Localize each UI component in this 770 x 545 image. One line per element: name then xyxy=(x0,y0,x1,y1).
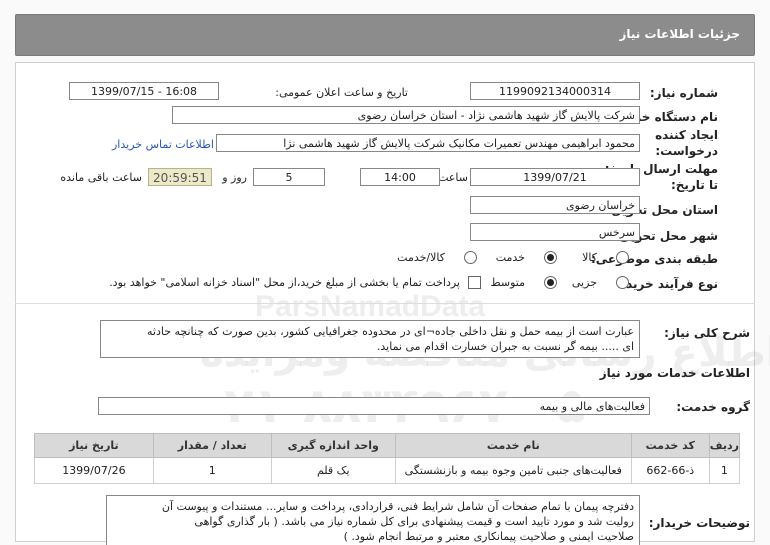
deadline-time-label: ساعت xyxy=(438,171,468,184)
need-number-field: 1199092134000314 xyxy=(470,82,640,100)
col-code: کد خدمت xyxy=(630,433,710,458)
summary-label: شرح کلی نیاز: xyxy=(664,326,750,340)
days-label: روز و xyxy=(222,171,247,184)
deadline-time-field: 14:00 xyxy=(360,168,440,186)
col-quantity: تعداد / مقدار xyxy=(152,433,272,458)
cell-date: 1399/07/26 xyxy=(34,457,154,484)
category-service-radio[interactable] xyxy=(544,251,557,264)
buyer-notes-line-1: دفترچه پیمان با تمام صفحات آن شامل شرایط… xyxy=(161,500,634,513)
col-date: تاریخ نیاز xyxy=(34,433,154,458)
buyer-notes-line-3: صلاحیت ایمنی و صلاحیت پیمانکاری معتبر و … xyxy=(343,530,634,543)
creator-label-1: ایجاد کننده xyxy=(655,128,718,142)
buyer-field: شرکت پالایش گاز شهید هاشمی نژاد - استان … xyxy=(172,106,640,124)
col-unit: واحد اندازه گیری xyxy=(270,433,396,458)
treasury-payment-checkbox[interactable] xyxy=(468,276,481,289)
buyer-contact-link[interactable]: اطلاعات تماس خریدار xyxy=(112,138,214,151)
process-minor-label: جزیی xyxy=(571,276,597,289)
creator-label-2: درخواست: xyxy=(655,144,718,158)
buyer-notes-label: توضیحات خریدار: xyxy=(648,516,750,530)
summary-line-1: عبارت است از بیمه حمل و نقل داخلی جاده¬ا… xyxy=(146,325,634,338)
page-frame: جزئیات اطلاعات نیاز ParsNamadData پایگاه… xyxy=(0,0,770,545)
services-section-title: اطلاعات خدمات مورد نیاز xyxy=(599,366,750,380)
category-goods-service-label: کالا/خدمت xyxy=(397,251,445,264)
process-medium-label: متوسط xyxy=(490,276,525,289)
cell-quantity: 1 xyxy=(152,457,272,484)
table-row: 1 ذ-66-662 فعالیت‌های جنبی تامین وجوه بی… xyxy=(34,457,741,484)
buyer-notes-text: دفترچه پیمان با تمام صفحات آن شامل شرایط… xyxy=(106,495,640,545)
page-title: جزئیات اطلاعات نیاز xyxy=(619,27,740,41)
process-minor-radio[interactable] xyxy=(616,276,629,289)
cell-unit: یک قلم xyxy=(270,457,396,484)
col-name: نام خدمت xyxy=(394,433,632,458)
process-medium-radio[interactable] xyxy=(544,276,557,289)
deadline-date-field: 1399/07/21 xyxy=(470,168,640,186)
need-number-label: شماره نیاز: xyxy=(649,86,718,100)
page-header: جزئیات اطلاعات نیاز xyxy=(15,14,755,56)
cell-name: فعالیت‌های جنبی تامین وجوه بیمه و بازنشس… xyxy=(394,457,632,484)
remaining-time-label: ساعت باقی مانده xyxy=(60,171,142,184)
deadline-label-2: تا تاریخ: xyxy=(670,178,718,192)
creator-field: محمود ابراهیمی مهندس تعمیرات مکانیک شرکت… xyxy=(216,134,640,152)
service-group-label: گروه خدمت: xyxy=(676,400,750,414)
buyer-notes-line-2: رولیت شد و مورد تایید است و قیمت پیشنهاد… xyxy=(194,515,634,528)
city-field: سرخس xyxy=(470,223,640,241)
treasury-payment-note: پرداخت تمام یا بخشی از مبلغ خرید،از محل … xyxy=(109,276,460,289)
category-goods-label: کالا xyxy=(582,251,597,264)
category-goods-radio[interactable] xyxy=(616,251,629,264)
province-field: خراسان رضوی xyxy=(470,196,640,214)
summary-line-2: ای ..... بیمه گر نسبت به جبران خسارت اقد… xyxy=(376,340,634,353)
announce-date-field: 1399/07/15 - 16:08 xyxy=(69,82,219,100)
cell-row: 1 xyxy=(708,457,741,484)
divider xyxy=(15,303,755,304)
table-header-row: ردیف کد خدمت نام خدمت واحد اندازه گیری ت… xyxy=(34,433,741,458)
announce-date-label: تاریخ و ساعت اعلان عمومی: xyxy=(275,86,408,99)
service-group-field: فعالیت‌های مالی و بیمه xyxy=(98,397,650,415)
summary-text: عبارت است از بیمه حمل و نقل داخلی جاده¬ا… xyxy=(100,320,640,358)
category-service-label: خدمت xyxy=(495,251,525,264)
process-type-label: نوع فرآیند خرید : xyxy=(617,277,718,291)
category-goods-service-radio[interactable] xyxy=(464,251,477,264)
cell-code: ذ-66-662 xyxy=(630,457,710,484)
days-remaining-field: 5 xyxy=(253,168,325,186)
col-row: ردیف xyxy=(708,433,741,458)
category-label: طبقه بندی موضوعی: xyxy=(590,252,718,266)
services-table: ردیف کد خدمت نام خدمت واحد اندازه گیری ت… xyxy=(34,433,741,484)
remaining-timer: 20:59:51 xyxy=(148,168,212,186)
